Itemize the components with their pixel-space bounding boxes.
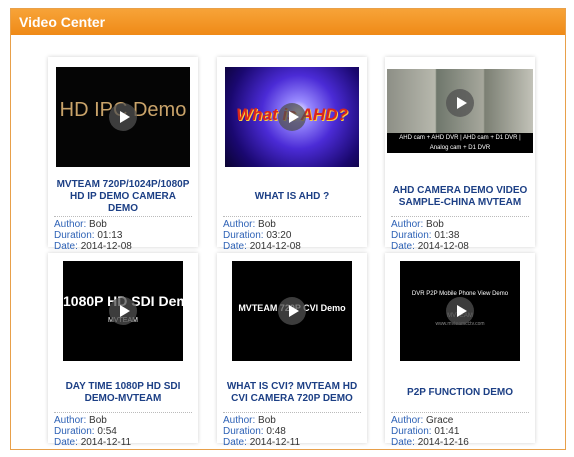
date-label: Date:: [54, 241, 78, 252]
video-title[interactable]: AHD CAMERA DEMO VIDEO SAMPLE-CHINA MVTEA…: [391, 177, 529, 217]
divider: [223, 216, 361, 217]
author-value: Bob: [89, 415, 107, 426]
video-card[interactable]: AHD cam + AHD DVR | AHD cam + D1 DVR | A…: [385, 57, 535, 252]
video-card[interactable]: DVR P2P Mobile Phone View Demo MVTEAM ww…: [385, 253, 535, 448]
date-value: 2014-12-08: [417, 241, 469, 252]
duration-value: 0:54: [97, 426, 117, 437]
play-icon[interactable]: [446, 297, 474, 325]
video-meta: Author: Bob Duration: 03:20 Date: 2014-1…: [223, 219, 301, 252]
video-thumbnail[interactable]: AHD cam + AHD DVR | AHD cam + D1 DVR | A…: [387, 69, 533, 153]
play-icon[interactable]: [446, 88, 474, 117]
duration-value: 01:38: [434, 230, 460, 241]
author-value: Bob: [258, 415, 276, 426]
date-label: Date:: [223, 437, 247, 448]
video-meta: Author: Bob Duration: 0:48 Date: 2014-12…: [223, 415, 300, 448]
divider: [223, 412, 361, 413]
panel-header: Video Center: [11, 9, 565, 35]
video-thumbnail[interactable]: DVR P2P Mobile Phone View Demo MVTEAM ww…: [400, 261, 520, 361]
video-thumbnail[interactable]: HD IPC Demo: [56, 67, 190, 167]
author-value: Bob: [426, 219, 444, 230]
date-value: 2014-12-11: [249, 437, 301, 448]
date-value: 2014-12-08: [249, 241, 301, 252]
video-card[interactable]: HD IPC Demo MVTEAM 720P/1024P/1080P HD I…: [48, 57, 198, 252]
duration-label: Duration:: [391, 426, 432, 437]
play-icon[interactable]: [109, 297, 137, 325]
author-label: Author:: [223, 219, 256, 230]
divider: [54, 216, 192, 217]
video-card[interactable]: 1080P HD SDI Demo MVTEAM DAY TIME 1080P …: [48, 253, 198, 448]
date-label: Date:: [391, 437, 415, 448]
duration-value: 01:41: [434, 426, 460, 437]
date-value: 2014-12-11: [80, 437, 132, 448]
date-value: 2014-12-08: [80, 241, 132, 252]
date-label: Date:: [54, 437, 78, 448]
divider: [54, 412, 192, 413]
author-label: Author:: [391, 415, 424, 426]
video-meta: Author: Bob Duration: 0:54 Date: 2014-12…: [54, 415, 131, 448]
video-meta: Author: Bob Duration: 01:38 Date: 2014-1…: [391, 219, 469, 252]
video-title[interactable]: DAY TIME 1080P HD SDI DEMO-MVTEAM: [54, 373, 192, 413]
duration-label: Duration:: [391, 230, 432, 241]
video-thumbnail[interactable]: What is AHD?: [225, 67, 359, 167]
video-title[interactable]: WHAT IS AHD ?: [223, 177, 361, 217]
play-icon[interactable]: [109, 103, 137, 131]
duration-label: Duration:: [54, 426, 95, 437]
duration-value: 03:20: [266, 230, 292, 241]
date-value: 2014-12-16: [417, 437, 469, 448]
author-value: Bob: [89, 219, 107, 230]
duration-value: 01:13: [97, 230, 123, 241]
author-label: Author:: [54, 219, 87, 230]
video-meta: Author: Bob Duration: 01:13 Date: 2014-1…: [54, 219, 132, 252]
divider: [391, 412, 529, 413]
video-thumbnail[interactable]: MVTEAM 720P CVI Demo: [232, 261, 352, 361]
video-card[interactable]: What is AHD? WHAT IS AHD ? Author: Bob D…: [217, 57, 367, 252]
author-label: Author:: [54, 415, 87, 426]
duration-label: Duration:: [223, 426, 264, 437]
video-thumbnail[interactable]: 1080P HD SDI Demo MVTEAM: [63, 261, 183, 361]
play-icon[interactable]: [278, 103, 306, 131]
video-title[interactable]: WHAT IS CVI? MVTEAM HD CVI CAMERA 720P D…: [223, 373, 361, 413]
author-label: Author:: [223, 415, 256, 426]
divider: [391, 216, 529, 217]
video-card[interactable]: MVTEAM 720P CVI Demo WHAT IS CVI? MVTEAM…: [217, 253, 367, 448]
video-title[interactable]: P2P FUNCTION DEMO: [391, 373, 529, 413]
video-meta: Author: Grace Duration: 01:41 Date: 2014…: [391, 415, 469, 448]
author-value: Bob: [258, 219, 276, 230]
play-icon[interactable]: [278, 297, 306, 325]
duration-label: Duration:: [54, 230, 95, 241]
date-label: Date:: [391, 241, 415, 252]
duration-label: Duration:: [223, 230, 264, 241]
video-center-panel: Video Center HD IPC Demo MVTEAM 720P/102…: [10, 8, 566, 450]
author-value: Grace: [426, 415, 454, 426]
duration-value: 0:48: [266, 426, 286, 437]
author-label: Author:: [391, 219, 424, 230]
date-label: Date:: [223, 241, 247, 252]
thumbnail-caption: AHD cam + AHD DVR | AHD cam + D1 DVR | A…: [387, 133, 533, 153]
video-title[interactable]: MVTEAM 720P/1024P/1080P HD IP DEMO CAMER…: [54, 177, 192, 217]
